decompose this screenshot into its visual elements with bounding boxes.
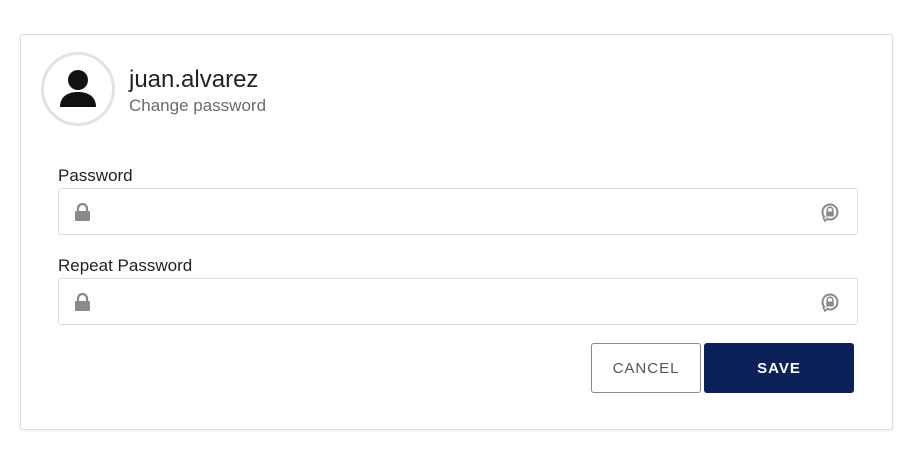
lock-icon [75, 203, 90, 221]
change-password-card: juan.alvarez Change password Password Re… [20, 34, 893, 430]
reveal-password-icon[interactable] [820, 292, 840, 313]
repeat-password-label: Repeat Password [58, 256, 193, 275]
username: juan.alvarez [129, 66, 259, 93]
user-silhouette-icon [60, 70, 96, 107]
cancel-button[interactable]: CANCEL [591, 343, 701, 393]
avatar [41, 52, 115, 126]
reveal-password-icon[interactable] [820, 202, 840, 223]
save-button[interactable]: SAVE [704, 343, 854, 393]
lock-icon [75, 293, 90, 311]
password-input[interactable] [103, 189, 803, 234]
repeat-password-input[interactable] [103, 279, 803, 324]
page-subtitle: Change password [129, 96, 267, 115]
password-label: Password [58, 166, 133, 185]
repeat-password-field[interactable] [58, 278, 858, 325]
password-field[interactable] [58, 188, 858, 235]
